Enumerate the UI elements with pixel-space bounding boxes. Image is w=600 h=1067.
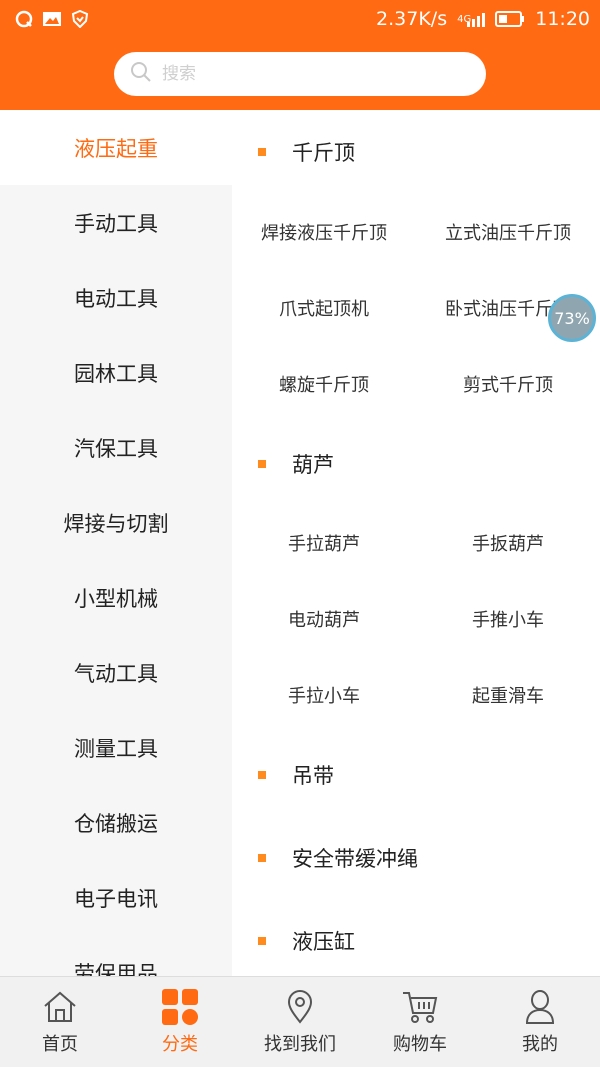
subcategory-item[interactable]: 焊接液压千斤顶 — [232, 194, 416, 270]
section-header[interactable]: 液压缸 — [232, 899, 600, 976]
bullet-icon — [258, 770, 266, 779]
sidebar-item-welding-cutting[interactable]: 焊接与切割 — [0, 485, 232, 560]
cart-icon — [401, 988, 439, 1026]
sidebar-item-safety-supplies[interactable]: 劳保用品 — [0, 935, 232, 977]
nav-find-us-label: 找到我们 — [264, 1034, 336, 1055]
subcategory-grid: 焊接液压千斤顶 立式油压千斤顶 爪式起顶机 卧式油压千斤顶 螺旋千斤顶 剪式千斤… — [232, 194, 600, 422]
bottom-nav: 首页 分类 找到我们 购物车 我的 — [0, 976, 600, 1067]
subcategory-panel: 千斤顶 焊接液压千斤顶 立式油压千斤顶 爪式起顶机 卧式油压千斤顶 螺旋千斤顶 … — [232, 110, 600, 976]
nav-find-us[interactable]: 找到我们 — [240, 977, 360, 1067]
nav-profile-label: 我的 — [522, 1034, 558, 1055]
section-header[interactable]: 安全带缓冲绳 — [232, 816, 600, 899]
subcategory-item[interactable]: 立式油压千斤顶 — [416, 194, 600, 270]
search-icon — [130, 61, 152, 87]
subcategory-item[interactable]: 电动葫芦 — [232, 581, 416, 657]
nav-profile[interactable]: 我的 — [480, 977, 600, 1067]
sidebar-item-auto-tools[interactable]: 汽保工具 — [0, 410, 232, 485]
bullet-icon — [258, 853, 266, 862]
subcategory-grid: 手拉葫芦 手扳葫芦 电动葫芦 手推小车 手拉小车 起重滑车 — [232, 505, 600, 733]
section-header[interactable]: 葫芦 — [232, 422, 600, 505]
sidebar-item-hand-tools[interactable]: 手动工具 — [0, 185, 232, 260]
subcategory-item[interactable]: 手拉小车 — [232, 657, 416, 733]
network-speed: 2.37K/s — [376, 8, 448, 30]
sidebar-item-power-tools[interactable]: 电动工具 — [0, 260, 232, 335]
location-icon — [281, 988, 319, 1026]
section-header[interactable]: 千斤顶 — [232, 110, 600, 194]
subcategory-item[interactable]: 手扳葫芦 — [416, 505, 600, 581]
subcategory-item[interactable]: 剪式千斤顶 — [416, 346, 600, 422]
shield-icon — [70, 9, 90, 29]
nav-cart[interactable]: 购物车 — [360, 977, 480, 1067]
category-icon — [161, 988, 199, 1026]
search-bar[interactable] — [114, 52, 486, 96]
section-title: 吊带 — [292, 763, 334, 788]
home-icon — [41, 988, 79, 1026]
section-title: 千斤顶 — [292, 141, 355, 165]
bullet-icon — [258, 148, 266, 156]
category-sidebar: 液压起重 手动工具 电动工具 园林工具 汽保工具 焊接与切割 小型机械 气动工具… — [0, 110, 232, 976]
search-input[interactable] — [162, 64, 462, 84]
image-icon — [42, 9, 62, 29]
user-icon — [521, 988, 559, 1026]
section-title: 液压缸 — [292, 929, 355, 954]
sidebar-item-electronics[interactable]: 电子电讯 — [0, 860, 232, 935]
sidebar-item-garden-tools[interactable]: 园林工具 — [0, 335, 232, 410]
nav-category[interactable]: 分类 — [120, 977, 240, 1067]
header — [0, 38, 600, 110]
sidebar-item-small-machinery[interactable]: 小型机械 — [0, 560, 232, 635]
nav-home[interactable]: 首页 — [0, 977, 120, 1067]
floating-percent-badge[interactable]: 73% — [548, 294, 596, 342]
nav-home-label: 首页 — [42, 1034, 78, 1055]
nav-cart-label: 购物车 — [393, 1034, 447, 1055]
clock: 11:20 — [535, 8, 590, 30]
subcategory-item[interactable]: 手拉葫芦 — [232, 505, 416, 581]
subcategory-item[interactable]: 手推小车 — [416, 581, 600, 657]
sidebar-item-pneumatic-tools[interactable]: 气动工具 — [0, 635, 232, 710]
status-bar: 2.37K/s 4G 11:20 — [0, 0, 600, 38]
sidebar-item-measuring-tools[interactable]: 测量工具 — [0, 710, 232, 785]
subcategory-item[interactable]: 爪式起顶机 — [232, 270, 416, 346]
battery-icon — [495, 9, 525, 29]
signal-icon — [465, 9, 486, 29]
subcategory-item[interactable]: 螺旋千斤顶 — [232, 346, 416, 422]
sidebar-item-hydraulic-lifting[interactable]: 液压起重 — [0, 110, 232, 185]
bullet-icon — [258, 459, 266, 468]
bullet-icon — [258, 936, 266, 945]
subcategory-item[interactable]: 起重滑车 — [416, 657, 600, 733]
section-title: 安全带缓冲绳 — [292, 846, 418, 871]
section-title: 葫芦 — [292, 452, 334, 477]
nav-category-label: 分类 — [162, 1034, 198, 1055]
section-header[interactable]: 吊带 — [232, 733, 600, 816]
chat-icon — [14, 9, 34, 29]
sidebar-item-warehouse-handling[interactable]: 仓储搬运 — [0, 785, 232, 860]
